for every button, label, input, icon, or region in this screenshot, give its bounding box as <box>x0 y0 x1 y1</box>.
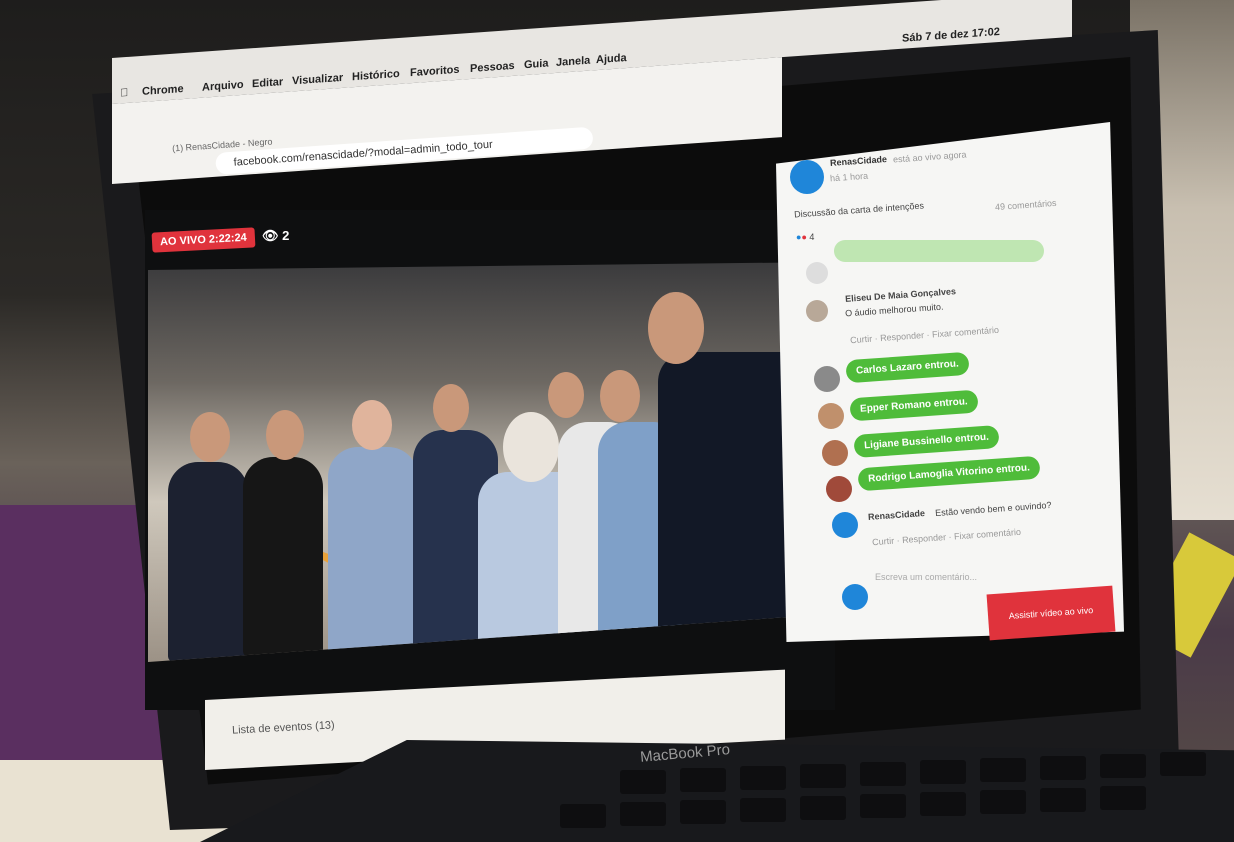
key <box>620 770 666 794</box>
person <box>168 462 248 662</box>
key <box>1040 756 1086 780</box>
key <box>1100 786 1146 810</box>
person <box>328 447 418 657</box>
menu-item[interactable]: Visualizar <box>292 72 343 88</box>
key <box>680 800 726 824</box>
blurred-avatar <box>806 262 828 284</box>
reactions[interactable]: ●● 4 <box>796 232 814 242</box>
person-head <box>433 384 469 432</box>
page-avatar[interactable] <box>790 160 824 194</box>
key <box>800 764 846 788</box>
apple-icon[interactable]:  <box>120 87 128 100</box>
key <box>620 802 666 826</box>
viewer-count-value: 2 <box>282 228 290 243</box>
menu-app-name[interactable]: Chrome <box>142 83 184 98</box>
person-head <box>503 412 559 482</box>
menu-item[interactable]: Pessoas <box>470 60 515 75</box>
key <box>680 768 726 792</box>
key <box>740 766 786 790</box>
key <box>740 798 786 822</box>
menu-item[interactable]: Favoritos <box>410 64 460 79</box>
key <box>860 762 906 786</box>
person-head <box>352 400 392 450</box>
commenter-avatar[interactable] <box>806 300 828 322</box>
menu-item[interactable]: Editar <box>252 76 283 90</box>
key <box>920 792 966 816</box>
person <box>243 457 323 657</box>
eye-icon: 👁 <box>262 228 279 243</box>
menu-clock[interactable]: Sáb 7 de dez 17:02 <box>902 26 1000 45</box>
blurred-join-pill <box>834 240 1044 262</box>
watch-live-button[interactable]: Assistir vídeo ao vivo <box>986 585 1116 641</box>
person-head <box>600 370 640 422</box>
love-icon: ● <box>801 232 807 242</box>
menu-item[interactable]: Ajuda <box>596 52 627 66</box>
owner-avatar[interactable] <box>832 512 858 538</box>
person-head <box>648 292 704 364</box>
key <box>560 804 606 828</box>
person-head <box>548 372 584 418</box>
person-head <box>266 410 304 460</box>
viewer-count: 👁 2 <box>262 228 289 244</box>
join-avatar[interactable] <box>822 440 848 466</box>
menu-item[interactable]: Arquivo <box>202 79 244 94</box>
join-avatar[interactable] <box>814 366 840 392</box>
join-avatar[interactable] <box>826 476 852 502</box>
live-video-frame[interactable] <box>148 262 832 662</box>
person-head <box>190 412 230 462</box>
my-avatar <box>842 584 868 610</box>
key <box>920 760 966 784</box>
menu-item[interactable]: Histórico <box>352 68 400 83</box>
key <box>860 794 906 818</box>
menu-item[interactable]: Janela <box>556 55 590 69</box>
key <box>980 790 1026 814</box>
comment-input[interactable]: Escreva um comentário... <box>875 572 977 582</box>
key <box>1100 754 1146 778</box>
key <box>980 758 1026 782</box>
key <box>1040 788 1086 812</box>
reactions-count: 4 <box>809 232 815 242</box>
key <box>800 796 846 820</box>
key <box>1160 752 1206 776</box>
join-avatar[interactable] <box>818 403 844 429</box>
menu-item[interactable]: Guia <box>524 57 548 71</box>
